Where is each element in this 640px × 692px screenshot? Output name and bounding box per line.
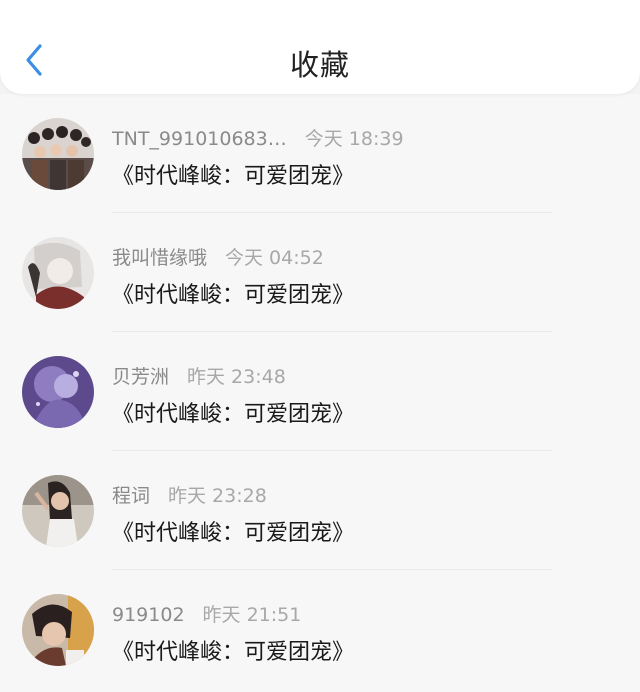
timestamp: 昨天 23:28 [168,485,267,507]
item-title[interactable]: 《时代峰峻：可爱团宠》 [112,396,354,428]
item-meta: 程词 昨天 23:28 [112,481,267,508]
timestamp: 昨天 21:51 [202,604,302,626]
item-meta: 贝芳洲 昨天 23:48 [112,362,286,389]
timestamp: 昨天 23:48 [187,366,286,388]
timestamp: 今天 04:52 [225,247,324,269]
avatar[interactable] [22,237,94,309]
avatar[interactable] [22,475,94,547]
favorites-list: TNT_991010683… 今天 18:39 《时代峰峻：可爱团宠》 我叫惜缘哦… [0,94,640,692]
item-title[interactable]: 《时代峰峻：可爱团宠》 [112,634,354,666]
list-item[interactable]: 919102 昨天 21:51 《时代峰峻：可爱团宠》 [0,570,640,689]
username[interactable]: 贝芳洲 [112,366,169,388]
avatar[interactable] [22,356,94,428]
list-item[interactable]: 程词 昨天 23:28 《时代峰峻：可爱团宠》 [0,451,640,570]
username[interactable]: TNT_991010683… [112,128,287,150]
item-meta: TNT_991010683… 今天 18:39 [112,124,404,151]
timestamp: 今天 18:39 [304,128,404,150]
item-title[interactable]: 《时代峰峻：可爱团宠》 [112,158,354,190]
list-item[interactable]: 我叫惜缘哦 今天 04:52 《时代峰峻：可爱团宠》 [0,213,640,332]
username[interactable]: 我叫惜缘哦 [112,247,207,269]
item-title[interactable]: 《时代峰峻：可爱团宠》 [112,515,354,547]
item-meta: 我叫惜缘哦 今天 04:52 [112,243,324,270]
avatar[interactable] [22,118,94,190]
list-item[interactable]: 贝芳洲 昨天 23:48 《时代峰峻：可爱团宠》 [0,332,640,451]
item-meta: 919102 昨天 21:51 [112,600,301,627]
avatar[interactable] [22,594,94,666]
list-item[interactable]: TNT_991010683… 今天 18:39 《时代峰峻：可爱团宠》 [0,94,640,213]
username[interactable]: 程词 [112,485,150,507]
page-title: 收藏 [289,48,350,82]
header-bar: 收藏 [0,0,640,94]
item-title[interactable]: 《时代峰峻：可爱团宠》 [112,277,354,309]
username[interactable]: 919102 [112,604,185,626]
